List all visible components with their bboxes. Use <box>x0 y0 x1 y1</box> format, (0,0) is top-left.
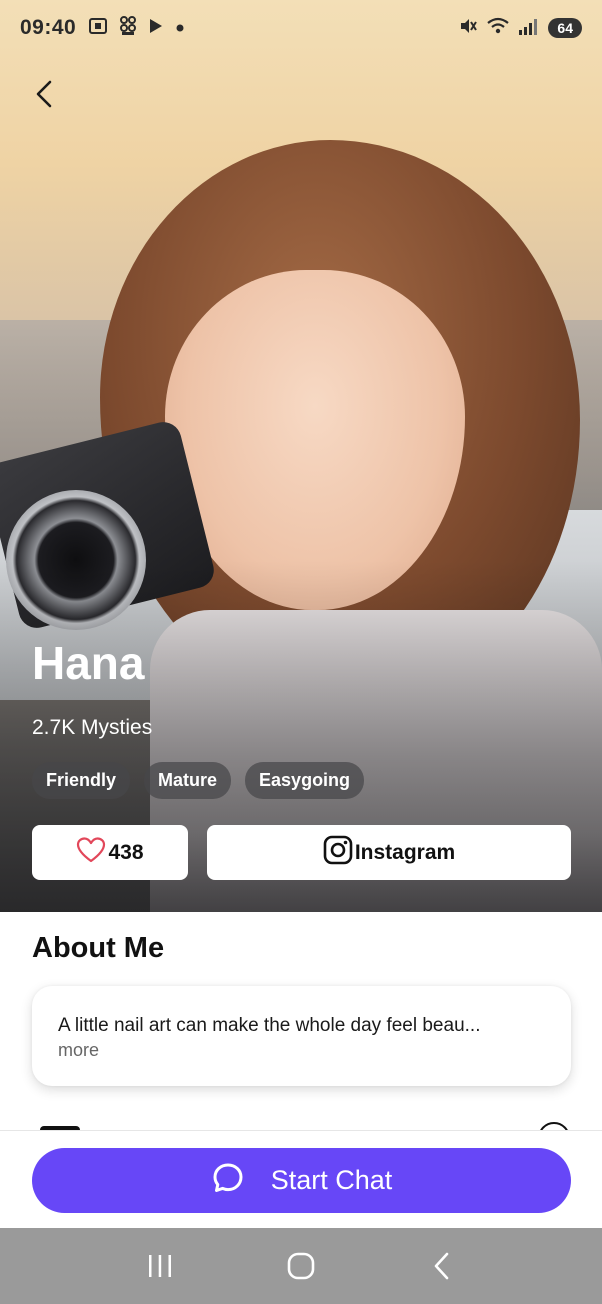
profile-name: Hana <box>32 637 145 689</box>
system-nav-bar <box>0 1228 602 1304</box>
like-count: 438 <box>108 840 144 864</box>
bottom-action-bar: Start Chat <box>0 1130 602 1228</box>
qr-code-icon <box>120 15 137 41</box>
back-icon <box>434 1252 448 1280</box>
info-icon[interactable] <box>538 1122 570 1130</box>
instagram-button[interactable]: Instagram <box>207 825 571 880</box>
next-section-peek <box>0 1112 602 1130</box>
recent-apps-icon <box>149 1255 172 1277</box>
personality-tags: Friendly Mature Easygoing <box>32 762 365 799</box>
battery-indicator: 64 <box>548 18 582 38</box>
mute-icon <box>458 16 478 41</box>
start-chat-button[interactable]: Start Chat <box>32 1148 571 1213</box>
tag-chip: Mature <box>144 762 232 799</box>
instagram-label: Instagram <box>354 840 456 864</box>
wifi-icon <box>486 16 510 41</box>
nav-back-button[interactable] <box>412 1236 472 1296</box>
home-icon <box>287 1252 315 1280</box>
signal-icon <box>518 16 540 41</box>
recent-apps-button[interactable] <box>130 1236 190 1296</box>
chevron-left-icon <box>36 80 52 108</box>
about-card[interactable]: A little nail art can make the whole day… <box>32 986 571 1086</box>
status-notification-icons <box>88 15 184 41</box>
screenshot-icon <box>88 16 108 41</box>
about-heading: About Me <box>32 932 165 964</box>
tag-chip: Friendly <box>32 762 131 799</box>
start-chat-label: Start Chat <box>270 1165 393 1195</box>
dot-icon <box>176 19 184 37</box>
status-system-icons: 64 <box>458 16 582 41</box>
instagram-icon <box>323 835 353 870</box>
home-button[interactable] <box>271 1236 331 1296</box>
like-button[interactable]: 438 <box>32 825 188 880</box>
more-link[interactable]: more <box>58 1038 545 1062</box>
chat-bubble-icon <box>211 1161 245 1200</box>
back-button[interactable] <box>24 74 64 114</box>
status-bar: 09:40 64 <box>0 0 602 56</box>
status-time: 09:40 <box>20 16 77 39</box>
follower-count: 2.7K Mysties <box>32 716 153 739</box>
tag-chip: Easygoing <box>245 762 365 799</box>
heart-icon <box>76 837 106 868</box>
about-text: A little nail art can make the whole day… <box>58 1015 481 1036</box>
play-store-icon <box>148 17 164 40</box>
